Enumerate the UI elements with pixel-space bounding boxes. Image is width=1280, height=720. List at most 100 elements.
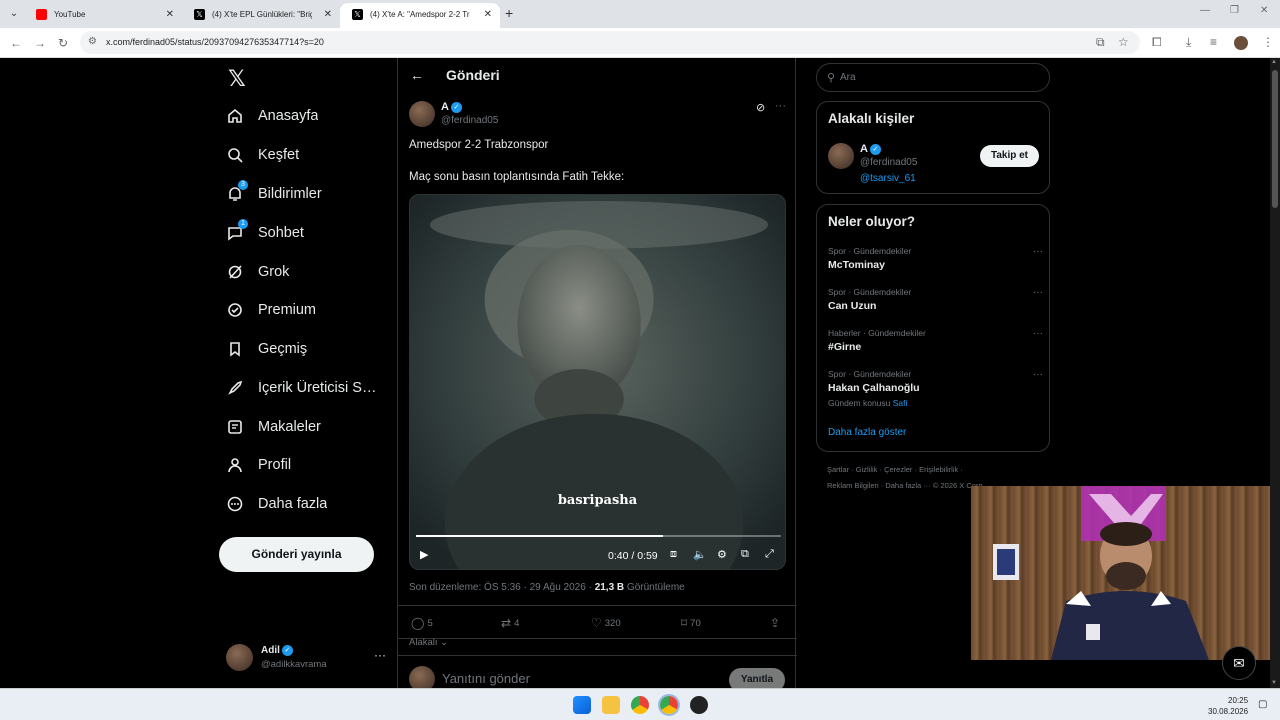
notification-badge: 3	[238, 180, 248, 190]
chrome-active-icon[interactable]	[658, 694, 680, 716]
reply-action[interactable]: ◯ 5	[411, 616, 433, 630]
scroll-down-icon[interactable]: ▼	[1271, 680, 1277, 686]
nav-articles[interactable]: Makaleler	[226, 412, 396, 442]
browser-tab-active[interactable]: 𝕏 (4) X'te A: "Amedspor 2-2 Trab ✕	[340, 3, 500, 28]
nav-creator-studio[interactable]: İçerik Üreticisi St...	[226, 373, 396, 403]
close-window-icon[interactable]: ✕	[1260, 5, 1268, 16]
avatar[interactable]	[409, 101, 435, 127]
tab-label: (4) X'te A: "Amedspor 2-2 Trab	[370, 10, 470, 19]
grok-icon[interactable]: ⊘	[756, 101, 765, 114]
share-icon[interactable]: ⇪	[770, 616, 783, 630]
person-name-row[interactable]: A ✓	[860, 143, 881, 155]
post-button[interactable]: Gönderi yayınla	[219, 537, 374, 572]
scroll-up-icon[interactable]: ▲	[1271, 59, 1277, 65]
follow-button[interactable]: Takip et	[980, 145, 1039, 167]
pip-icon[interactable]: ⧉	[741, 548, 749, 561]
bookmark-star-icon[interactable]: ☆	[1118, 35, 1129, 49]
person-bio-link[interactable]: @tsarsiv_61	[860, 173, 916, 184]
trend-sub-link[interactable]: Safi	[893, 398, 908, 408]
video-player[interactable]: basripasha ▶ 0:40 / 0:59 ⧈ 🔈 ⚙ ⧉ ⤢	[409, 194, 786, 570]
browser-tab-youtube[interactable]: YouTube ✕	[24, 3, 182, 28]
nav-premium[interactable]: Premium	[226, 295, 396, 325]
notification-center-icon[interactable]: ▢	[1258, 699, 1267, 710]
site-info-icon[interactable]: ⚙	[88, 36, 97, 47]
avatar[interactable]	[828, 143, 854, 169]
maximize-icon[interactable]: ❐	[1230, 5, 1239, 16]
nav-explore[interactable]: Keşfet	[226, 140, 396, 170]
card-title: Neler oluyor?	[828, 214, 916, 229]
close-icon[interactable]: ✕	[324, 9, 332, 20]
trend-item[interactable]: Spor · Gündemdekiler Hakan Çalhanoğlu Gü…	[828, 369, 1043, 408]
clock[interactable]: 20:25 30.08.2026	[1208, 695, 1248, 717]
repost-action[interactable]: ⇄ 4	[501, 616, 519, 630]
nav-notifications[interactable]: 3 Bildirimler	[226, 179, 396, 209]
nav-chat[interactable]: 1 Sohbet	[226, 218, 396, 248]
trend-item[interactable]: Spor · Gündemdekiler Can Uzun ···	[828, 287, 1043, 312]
footer-links[interactable]: Reklam Bilgileri · Daha fazla ··· © 2026…	[827, 481, 985, 490]
volume-icon[interactable]: 🔈	[693, 548, 707, 561]
bookmark-action[interactable]: ⌑ 70	[681, 616, 701, 630]
account-switcher[interactable]: Adil ✓ @adilkkavrama ···	[226, 642, 386, 674]
trend-item[interactable]: Haberler · Gündemdekiler #Girne ···	[828, 328, 1043, 353]
install-app-icon[interactable]: ⧉	[1096, 35, 1105, 50]
more-icon[interactable]: ···	[1033, 287, 1043, 298]
bookmark-count: 70	[690, 618, 701, 629]
reply-input[interactable]: Yanıtını gönder	[442, 671, 530, 686]
back-arrow-icon[interactable]: ←	[410, 67, 424, 83]
messages-fab-icon[interactable]: ✉	[1222, 646, 1256, 680]
extensions-icon[interactable]: ⧠	[1152, 35, 1162, 50]
more-icon[interactable]: ···	[1033, 369, 1043, 380]
download-icon[interactable]: ⤓	[1186, 35, 1191, 50]
nav-label: Makaleler	[258, 419, 321, 435]
obs-icon[interactable]	[690, 696, 708, 714]
reply-button[interactable]: Yanıtla	[729, 668, 785, 688]
menu-kebab-icon[interactable]: ⋮	[1262, 35, 1274, 49]
new-tab-icon[interactable]: +	[505, 5, 513, 21]
close-icon[interactable]: ✕	[166, 9, 174, 20]
more-icon[interactable]: ···	[1033, 328, 1043, 339]
nav-more[interactable]: Daha fazla	[226, 489, 396, 519]
chrome-icon[interactable]	[631, 696, 649, 714]
tweet-text-line: Maç sonu basın toplantısında Fatih Tekke…	[409, 171, 625, 183]
like-action[interactable]: ♡ 320	[591, 616, 621, 630]
reply-composer: Yanıtını gönder Yanıtla	[398, 655, 797, 688]
video-progress-bar[interactable]	[416, 535, 781, 537]
page-scrollbar[interactable]: ▲ ▼	[1270, 58, 1280, 688]
tab-search-chevron-icon[interactable]: ⌄	[6, 6, 22, 22]
fullscreen-icon[interactable]: ⤢	[765, 548, 774, 561]
back-icon[interactable]: ←	[10, 36, 22, 50]
browser-tab-epl[interactable]: 𝕏 (4) X'te EPL Günlükleri: "Brighto ✕	[182, 3, 340, 28]
close-icon[interactable]: ✕	[484, 9, 492, 20]
nav-grok[interactable]: Grok	[226, 257, 396, 287]
author-name-row[interactable]: A ✓	[441, 101, 462, 113]
more-icon[interactable]: ···	[775, 100, 786, 112]
reload-icon[interactable]: ↻	[58, 36, 68, 50]
forward-icon[interactable]: →	[34, 36, 46, 50]
trend-category: Haberler · Gündemdekiler	[828, 328, 926, 338]
media-queue-icon[interactable]: ≡	[1210, 35, 1217, 49]
more-icon[interactable]: ···	[1033, 246, 1043, 257]
nav-profile[interactable]: Profil	[226, 450, 396, 480]
address-bar[interactable]: ⚙ x.com/ferdinad05/status/20937094276353…	[80, 31, 1140, 54]
profile-avatar[interactable]	[1234, 36, 1248, 50]
reply-icon: ◯	[411, 616, 425, 630]
author-handle[interactable]: @ferdinad05	[441, 115, 498, 126]
settings-gear-icon[interactable]: ⚙	[717, 548, 727, 561]
play-icon[interactable]: ▶	[420, 548, 428, 561]
scrollbar-thumb[interactable]	[1272, 70, 1278, 208]
trend-category: Spor · Gündemdekiler	[828, 246, 912, 256]
show-more-link[interactable]: Daha fazla göster	[828, 427, 906, 438]
nav-home[interactable]: Anasayfa	[226, 101, 396, 131]
nav-bookmarks[interactable]: Geçmiş	[226, 334, 396, 364]
person-handle[interactable]: @ferdinad05	[860, 157, 917, 168]
windows-start-icon[interactable]	[573, 696, 591, 714]
file-explorer-icon[interactable]	[602, 696, 620, 714]
related-dropdown[interactable]: Alakalı ⌄	[409, 637, 448, 648]
search-input[interactable]: ⚲ Ara	[816, 63, 1050, 92]
captions-icon[interactable]: ⧈	[670, 548, 677, 561]
trend-item[interactable]: Spor · Gündemdekiler McTominay ···	[828, 246, 1043, 271]
x-logo-icon[interactable]: 𝕏	[228, 66, 246, 92]
footer-links[interactable]: Şartlar · Gizlilik · Çerezler · Erişileb…	[827, 465, 963, 474]
minimize-icon[interactable]: —	[1200, 5, 1210, 16]
more-icon[interactable]: ···	[374, 648, 386, 662]
